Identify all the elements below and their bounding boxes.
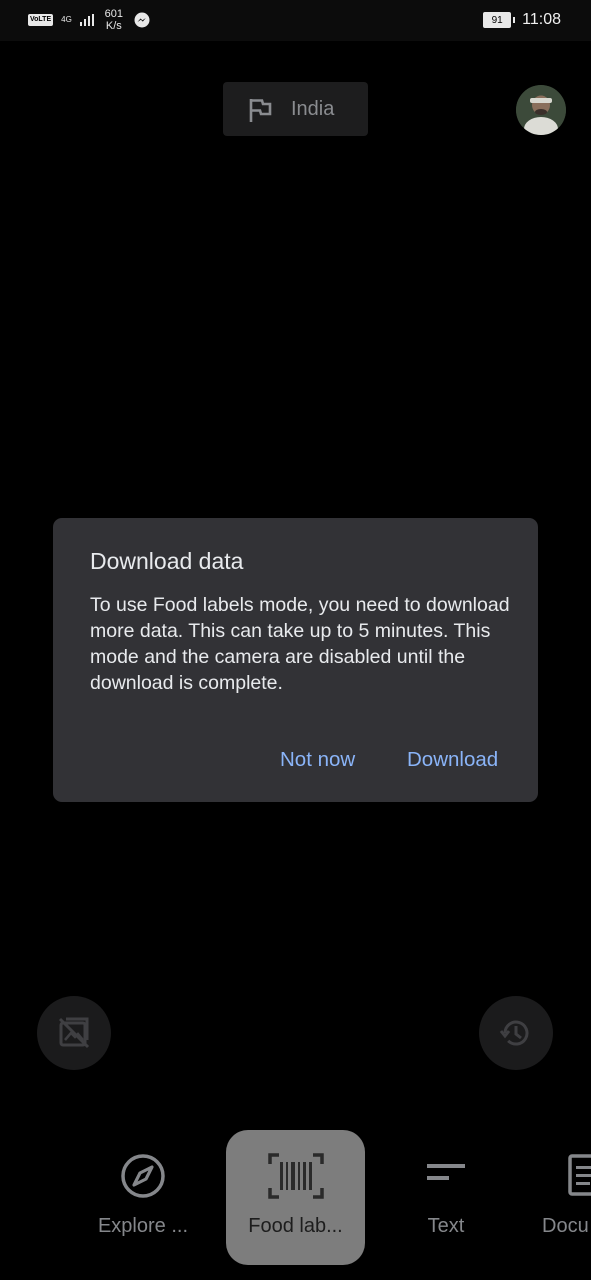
- mode-label: Docu: [542, 1215, 589, 1237]
- barcode-icon: [267, 1153, 324, 1199]
- flag-icon: [249, 99, 272, 122]
- text-icon: [427, 1164, 465, 1180]
- history-button[interactable]: [479, 996, 553, 1070]
- network-type: 4G: [61, 15, 72, 24]
- account-avatar[interactable]: [516, 85, 566, 135]
- history-icon: [499, 1020, 529, 1046]
- speed-unit: K/s: [105, 20, 122, 32]
- status-left: VoLTE 4G 601 K/s: [28, 8, 150, 32]
- battery-tip: [513, 17, 516, 23]
- gallery-button[interactable]: [37, 996, 111, 1070]
- battery-level: 91: [491, 14, 503, 26]
- status-right: 91 11:08: [483, 11, 561, 29]
- dialog-title: Download data: [90, 548, 244, 574]
- mode-label: Food lab...: [248, 1215, 343, 1237]
- mode-selector: Explore ... Food lab... Text Docu: [0, 1130, 591, 1280]
- dialog-message: To use Food labels mode, you need to dow…: [90, 594, 510, 694]
- avatar-image: [516, 85, 566, 135]
- mode-explore[interactable]: Explore ...: [86, 1130, 200, 1266]
- compass-icon: [121, 1154, 165, 1198]
- speed-value: 601: [104, 8, 123, 20]
- location-chip[interactable]: India: [223, 82, 368, 136]
- battery-icon: 91: [483, 12, 512, 28]
- messenger-icon: [134, 12, 150, 28]
- not-now-button[interactable]: Not now: [280, 748, 355, 772]
- network-speed: 601 K/s: [102, 8, 126, 32]
- signal-icon: [79, 14, 94, 26]
- mode-label: Explore ...: [97, 1215, 189, 1237]
- download-button[interactable]: Download: [407, 748, 498, 772]
- clock: 11:08: [522, 11, 561, 28]
- status-bar: VoLTE 4G 601 K/s 91 11:08: [0, 0, 591, 41]
- volte-icon: VoLTE: [28, 14, 54, 26]
- location-label: India: [291, 98, 335, 120]
- document-icon: [568, 1154, 591, 1196]
- mode-food-labels[interactable]: Food lab...: [226, 1130, 365, 1265]
- download-data-dialog: Download data To use Food labels mode, y…: [53, 518, 538, 802]
- mode-label: Text: [427, 1215, 465, 1237]
- mode-text[interactable]: Text: [396, 1130, 496, 1266]
- image-off-icon: [58, 1017, 90, 1049]
- mode-documents[interactable]: Docu: [536, 1130, 591, 1266]
